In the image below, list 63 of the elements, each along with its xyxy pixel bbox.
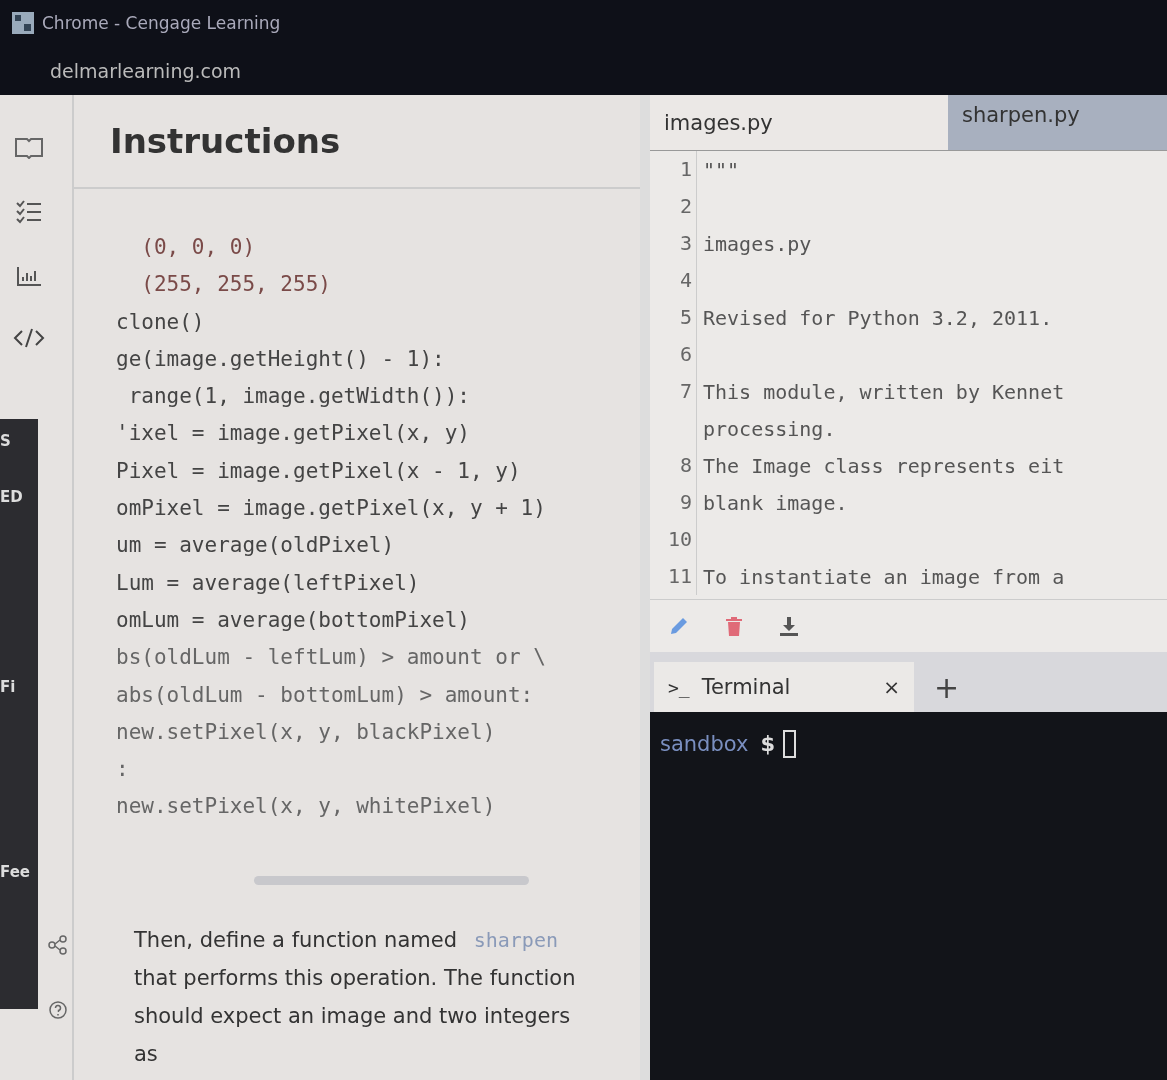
instructions-heading: Instructions	[110, 121, 341, 161]
line-number: 9	[650, 484, 697, 521]
line-number: 2	[650, 188, 697, 225]
cursor-icon	[783, 730, 797, 758]
terminal-tab[interactable]: >_ Terminal ×	[654, 662, 914, 712]
terminal-panel[interactable]: sandbox $	[650, 712, 1167, 1080]
page-fragment-text: Fee	[0, 862, 31, 882]
window-title: Chrome - Cengage Learning	[42, 13, 281, 33]
code-line: bs(oldLum - leftLum) > amount or \	[116, 644, 547, 672]
line-number: 4	[650, 262, 697, 299]
line-number: 3	[650, 225, 697, 262]
prompt-symbol: $	[760, 732, 776, 756]
share-icon[interactable]	[48, 935, 68, 955]
code-line: omPixel = image.getPixel(x, y + 1)	[116, 495, 547, 523]
book-icon[interactable]	[14, 135, 44, 159]
code-line: ge(image.getHeight() - 1):	[116, 345, 446, 373]
page-fragment-text: Fi	[0, 677, 17, 697]
pencil-icon[interactable]	[668, 615, 690, 637]
code-line: blank image.	[702, 490, 848, 515]
code-line: Revised for Python 3.2, 2011.	[702, 305, 1053, 330]
line-number: 8	[650, 447, 697, 484]
code-line: """	[702, 157, 740, 182]
code-line: 'ixel = image.getPixel(x, y)	[116, 420, 471, 448]
line-number: 1	[650, 151, 697, 188]
download-icon[interactable]	[778, 615, 800, 637]
scrollbar[interactable]	[254, 875, 529, 885]
trash-icon[interactable]	[724, 615, 744, 637]
code-line: images.py	[702, 231, 812, 256]
help-icon[interactable]	[48, 1000, 68, 1020]
line-number: 11	[650, 558, 697, 595]
code-editor[interactable]: 1 """ 2 3 images.py 4 5 Revised for Python 3.2, 2011. 6 7 This module, written by Kennet processing. 8 The Image class represents eit 9 blank image. 10 11 To instantiate an image from a	[650, 150, 1167, 599]
code-line: To instantiate an image from a	[702, 564, 1065, 589]
code-line: processing.	[702, 416, 836, 441]
code-line: Lum = average(leftPixel)	[116, 569, 421, 597]
code-icon[interactable]	[13, 327, 45, 349]
checklist-icon[interactable]	[16, 199, 42, 225]
code-line: omLum = average(bottomPixel)	[116, 606, 471, 634]
line-number: 10	[650, 521, 697, 558]
line-number: 7	[650, 373, 697, 410]
code-line: The Image class represents eit	[702, 453, 1065, 478]
code-line: um = average(oldPixel)	[116, 532, 396, 560]
code-line: clone()	[116, 308, 206, 336]
page-fragment-text: S	[0, 431, 12, 451]
code-line: new.setPixel(x, y, blackPixel)	[116, 718, 497, 746]
file-tab[interactable]: images.py	[650, 95, 948, 150]
page-fragment-text: ED	[0, 487, 24, 507]
code-line: abs(oldLum - bottomLum) > amount:	[116, 681, 535, 709]
instruction-paragraph: Then, define a function named sharpen that performs this operation. The function should expect an image and two integers as	[134, 926, 577, 1068]
file-tab[interactable]: sharpen.py	[948, 95, 1167, 150]
code-line: (255, 255, 255)	[140, 271, 332, 299]
add-terminal-button[interactable]: +	[914, 662, 980, 712]
chart-icon[interactable]	[16, 265, 42, 287]
url-text: delmarlearning.com	[50, 60, 243, 82]
line-number: 5	[650, 299, 697, 336]
code-line: (0, 0, 0)	[140, 234, 257, 261]
prompt-text: sandbox	[660, 732, 749, 756]
code-line: range(1, image.getWidth()):	[127, 383, 471, 411]
app-icon	[12, 12, 34, 34]
code-line: new.setPixel(x, y, whitePixel)	[116, 793, 497, 821]
code-line: :	[116, 756, 130, 784]
code-line: This module, written by Kennet	[702, 379, 1065, 404]
code-line: Pixel = image.getPixel(x - 1, y)	[116, 457, 522, 485]
line-number: 6	[650, 336, 697, 373]
